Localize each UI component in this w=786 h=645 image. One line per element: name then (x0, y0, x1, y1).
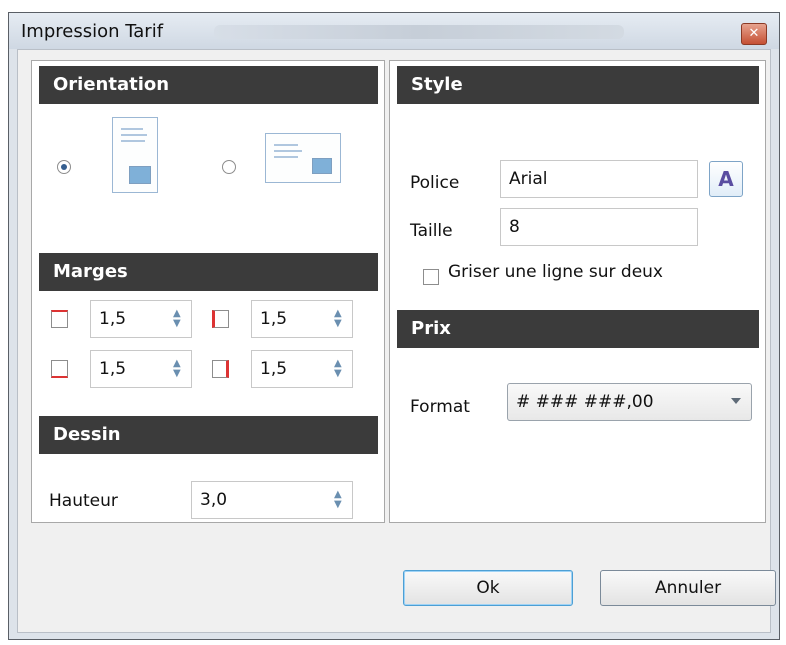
left-margin-value: 1,5 (260, 309, 288, 329)
height-input[interactable]: 3,0 ▲ ▼ (191, 481, 353, 519)
left-margin-input[interactable]: 1,5 ▲ ▼ (251, 300, 353, 338)
top-margin-spinner[interactable]: ▲ ▼ (173, 309, 183, 329)
height-spinner[interactable]: ▲ ▼ (334, 490, 344, 510)
taille-value: 8 (509, 217, 520, 237)
bottom-margin-spinner[interactable]: ▲ ▼ (173, 359, 183, 379)
landscape-radio[interactable] (222, 160, 236, 174)
chevron-down-icon (731, 398, 741, 404)
griser-checkbox[interactable] (423, 269, 439, 285)
police-input[interactable]: Arial (500, 160, 698, 198)
height-value: 3,0 (200, 490, 228, 510)
landscape-page-icon (265, 133, 341, 183)
window-title: Impression Tarif (21, 21, 164, 42)
close-button[interactable]: ✕ (741, 23, 767, 45)
orientation-header: Orientation (39, 66, 378, 104)
blurred-title-text (214, 25, 624, 39)
format-label: Format (410, 397, 470, 417)
close-icon: ✕ (748, 26, 760, 41)
right-margin-value: 1,5 (260, 359, 288, 379)
height-label: Hauteur (49, 491, 118, 511)
right-margin-icon (212, 360, 229, 378)
right-margin-spinner[interactable]: ▲ ▼ (334, 359, 344, 379)
griser-label: Griser une ligne sur deux (448, 262, 663, 282)
ok-button[interactable]: Ok (403, 570, 573, 606)
style-header: Style (397, 66, 759, 104)
dialog-window: Impression Tarif ✕ Orientation Marges 1,… (8, 12, 780, 640)
marges-header: Marges (39, 253, 378, 291)
left-margin-icon (212, 310, 229, 328)
format-select[interactable]: # ### ###,00 (507, 383, 752, 421)
dessin-header: Dessin (39, 416, 378, 454)
left-panel: Orientation Marges 1,5 ▲ ▼ 1,5 ▲ ▼ 1,5 ▲… (31, 60, 385, 523)
bottom-margin-input[interactable]: 1,5 ▲ ▼ (90, 350, 192, 388)
right-panel: Style Police Arial A Taille 8 Griser une… (389, 60, 766, 523)
dialog-body: Orientation Marges 1,5 ▲ ▼ 1,5 ▲ ▼ 1,5 ▲… (17, 49, 776, 633)
format-value: # ### ###,00 (516, 392, 654, 412)
bottom-margin-icon (51, 360, 68, 378)
police-label: Police (410, 173, 460, 193)
top-margin-value: 1,5 (99, 309, 127, 329)
taille-label: Taille (410, 221, 453, 241)
portrait-radio[interactable] (57, 160, 71, 174)
bottom-margin-value: 1,5 (99, 359, 127, 379)
font-picker-button[interactable]: A (709, 161, 743, 197)
cancel-button[interactable]: Annuler (600, 570, 776, 606)
portrait-page-icon (112, 117, 158, 193)
titlebar: Impression Tarif ✕ (9, 13, 779, 49)
right-margin-input[interactable]: 1,5 ▲ ▼ (251, 350, 353, 388)
prix-header: Prix (397, 310, 759, 348)
left-margin-spinner[interactable]: ▲ ▼ (334, 309, 344, 329)
font-icon: A (718, 167, 734, 191)
police-value: Arial (509, 169, 548, 189)
top-margin-input[interactable]: 1,5 ▲ ▼ (90, 300, 192, 338)
taille-input[interactable]: 8 (500, 208, 698, 246)
top-margin-icon (51, 310, 68, 328)
